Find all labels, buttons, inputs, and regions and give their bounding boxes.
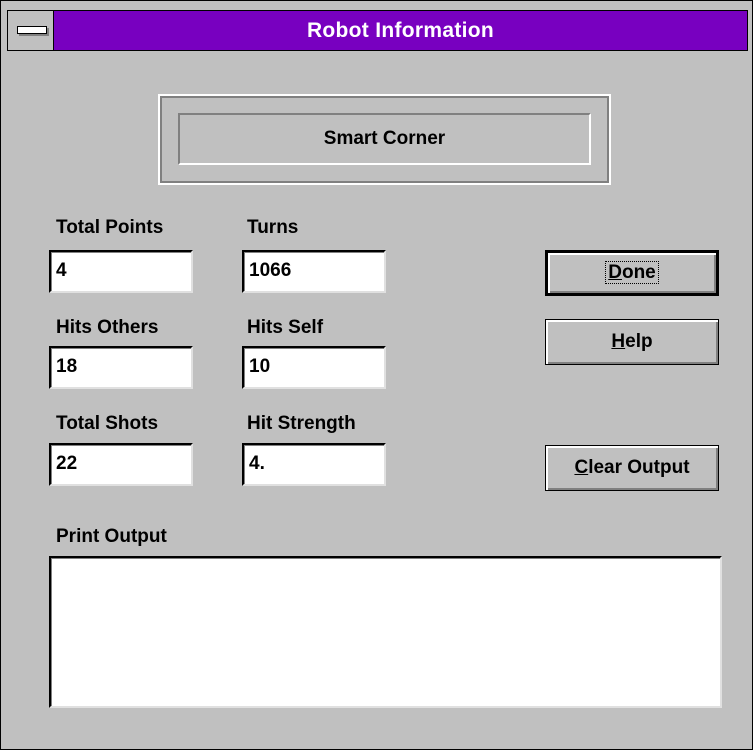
title-bar[interactable]: Robot Information — [7, 10, 748, 51]
hits-self-field[interactable]: 10 — [242, 346, 386, 389]
total-points-label: Total Points — [56, 217, 164, 238]
hits-others-field[interactable]: 18 — [49, 346, 193, 389]
done-mnemonic: D — [608, 262, 622, 283]
total-shots-label: Total Shots — [56, 413, 159, 434]
done-label-rest: one — [621, 262, 656, 283]
total-points-field[interactable]: 4 — [49, 250, 193, 293]
clear-output-button[interactable]: Clear Output — [545, 445, 719, 491]
hits-others-label: Hits Others — [56, 317, 159, 338]
help-label-rest: elp — [625, 331, 653, 352]
hit-strength-label: Hit Strength — [247, 413, 356, 434]
window-title: Robot Information — [306, 19, 495, 42]
help-button[interactable]: Help — [545, 319, 719, 365]
turns-field[interactable]: 1066 — [242, 250, 386, 293]
help-mnemonic: H — [611, 331, 626, 352]
print-output-area[interactable] — [49, 556, 722, 708]
clear-output-label-rest: lear Output — [588, 457, 690, 478]
done-button[interactable]: Done — [545, 250, 719, 296]
system-menu-bar — [17, 26, 47, 34]
hits-self-label: Hits Self — [247, 317, 324, 338]
total-shots-field[interactable]: 22 — [49, 443, 193, 486]
print-output-label: Print Output — [56, 526, 167, 547]
hit-strength-field[interactable]: 4. — [242, 443, 386, 486]
done-focus-rect: Done — [605, 261, 659, 284]
system-menu-icon[interactable] — [8, 11, 54, 50]
robot-information-window: Robot Information Smart Corner Total Poi… — [0, 0, 753, 750]
clear-output-mnemonic: C — [574, 457, 589, 478]
turns-label: Turns — [247, 217, 299, 238]
robot-name: Smart Corner — [178, 113, 591, 165]
